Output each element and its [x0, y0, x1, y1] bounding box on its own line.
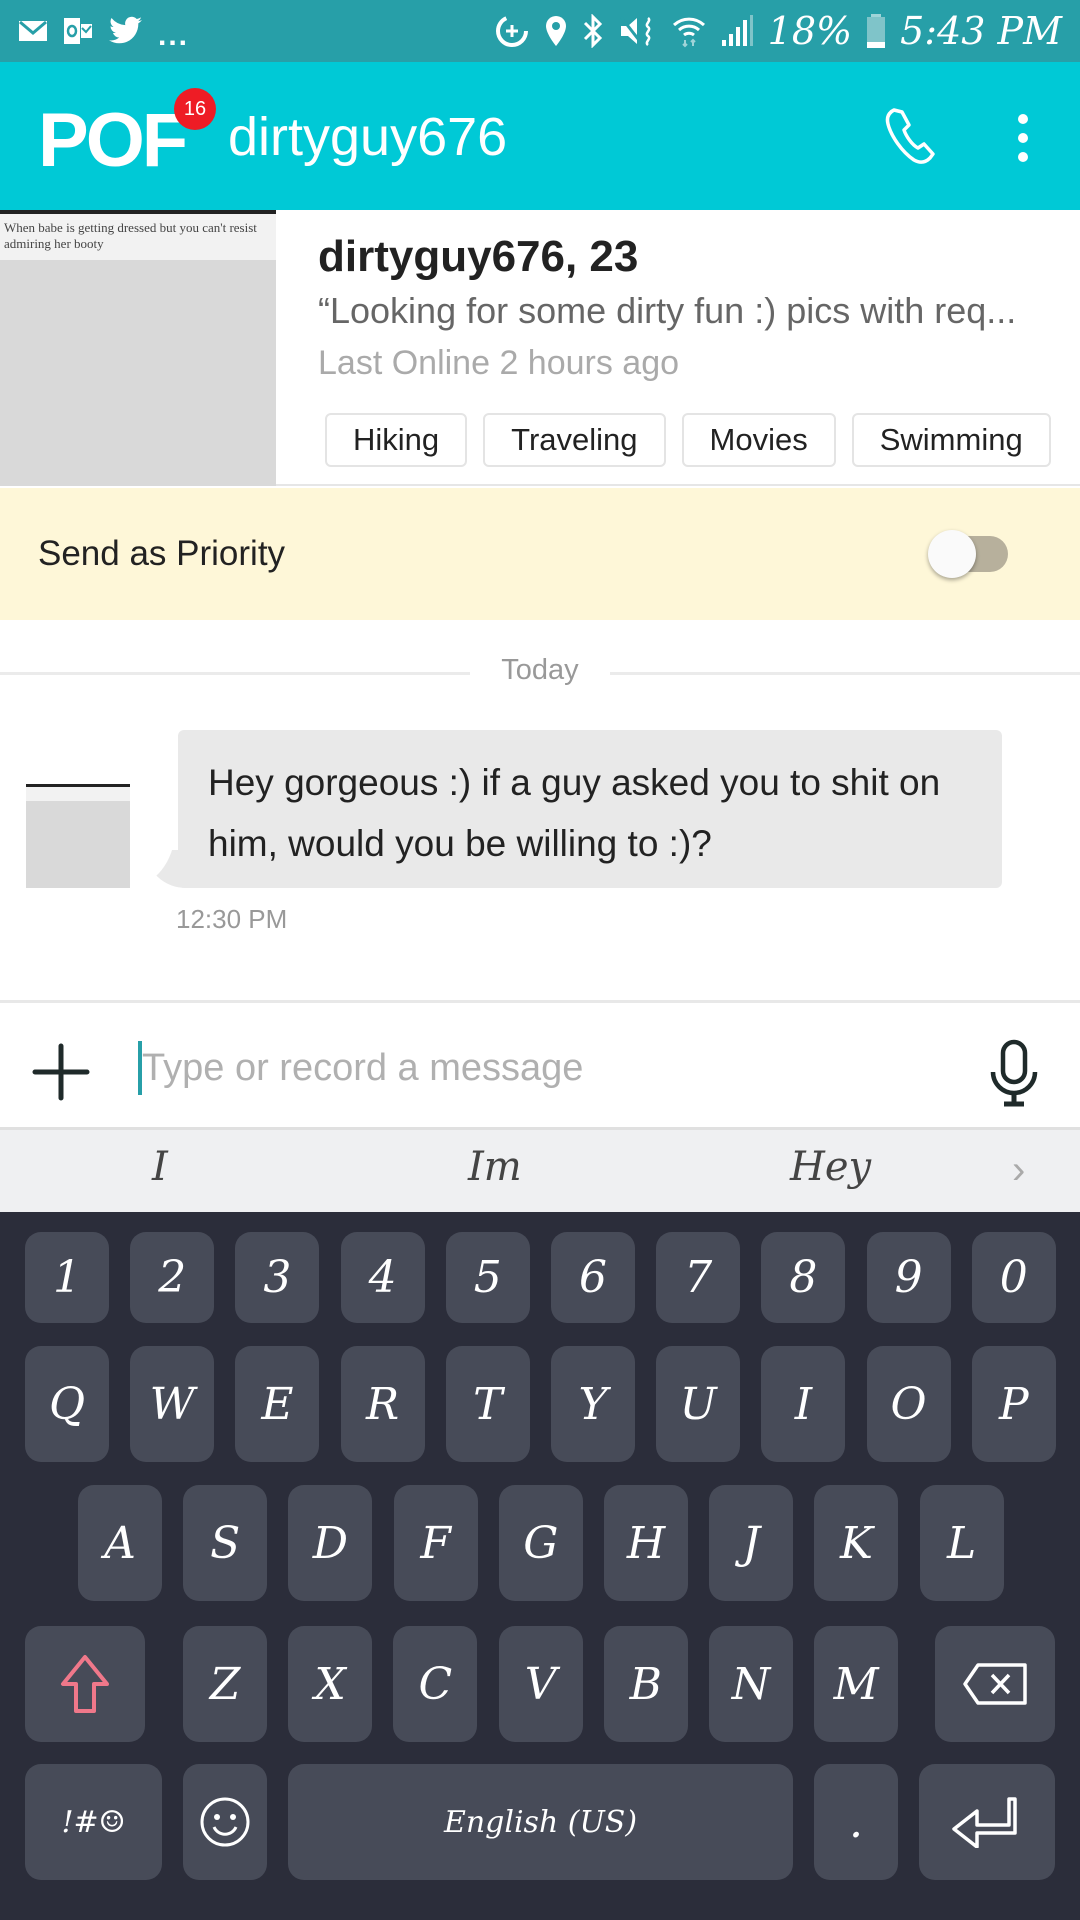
key-m[interactable]: M	[814, 1626, 899, 1742]
send-as-priority-row: Send as Priority	[0, 488, 1080, 620]
enter-icon	[952, 1797, 1017, 1848]
mute-vibrate-icon	[619, 16, 651, 46]
toggle-thumb	[928, 530, 976, 578]
keyboard: !#☺ English (US) . 1234567890 QWERTYUIOP A…	[0, 1212, 1080, 1920]
sender-avatar[interactable]	[26, 784, 130, 888]
interest-tag[interactable]: Swimming	[851, 413, 1051, 467]
symbols-key[interactable]: !#☺	[25, 1764, 162, 1880]
key-p[interactable]: P	[971, 1346, 1056, 1462]
key-z[interactable]: Z	[183, 1626, 267, 1742]
key-o[interactable]: O	[866, 1346, 951, 1462]
suggestion-item[interactable]: Im	[468, 1144, 522, 1190]
last-online: Last Online 2 hours ago	[318, 344, 680, 382]
more-notifications: ...	[158, 19, 190, 52]
key-2[interactable]: 2	[130, 1232, 215, 1323]
send-as-priority-toggle[interactable]	[928, 530, 1012, 578]
add-attachment-icon[interactable]	[32, 1043, 90, 1101]
twitter-icon	[109, 16, 142, 44]
key-1[interactable]: 1	[25, 1232, 109, 1323]
key-q[interactable]: Q	[25, 1346, 109, 1462]
emoji-key[interactable]	[183, 1764, 267, 1880]
period-key[interactable]: .	[814, 1764, 898, 1880]
key-5[interactable]: 5	[445, 1232, 530, 1323]
profile-summary[interactable]: When babe is getting dressed but you can…	[0, 210, 1080, 486]
battery-icon	[867, 14, 886, 48]
key-9[interactable]: 9	[866, 1232, 951, 1323]
key-n[interactable]: N	[709, 1626, 793, 1742]
key-h[interactable]: H	[604, 1485, 688, 1601]
outlook-icon	[64, 18, 92, 44]
suggestion-item[interactable]: I	[152, 1144, 168, 1190]
key-d[interactable]: D	[288, 1485, 373, 1601]
battery-percent: 18%	[767, 9, 853, 53]
profile-photo-caption: When babe is getting dressed but you can…	[4, 220, 257, 251]
key-t[interactable]: T	[445, 1346, 530, 1462]
profile-photo-image	[0, 260, 276, 486]
key-j[interactable]: J	[709, 1485, 794, 1601]
key-v[interactable]: V	[498, 1626, 583, 1742]
date-divider-label: Today	[501, 654, 579, 686]
key-8[interactable]: 8	[761, 1232, 846, 1323]
key-6[interactable]: 6	[551, 1232, 635, 1323]
interest-tags: Hiking Traveling Movies Swimming	[325, 413, 1051, 467]
shift-arrow-icon	[61, 1655, 109, 1713]
status-bar: ... 18% 5:43 PM	[0, 0, 1080, 62]
phone-call-icon[interactable]	[878, 106, 940, 168]
backspace-key[interactable]	[935, 1626, 1055, 1742]
key-s[interactable]: S	[183, 1485, 268, 1601]
interest-tag[interactable]: Hiking	[325, 413, 468, 467]
key-l[interactable]: L	[919, 1485, 1004, 1601]
profile-photo[interactable]: When babe is getting dressed but you can…	[0, 210, 276, 486]
message-composer	[0, 1000, 1080, 1130]
key-7[interactable]: 7	[656, 1232, 741, 1323]
key-3[interactable]: 3	[235, 1232, 320, 1323]
key-u[interactable]: U	[656, 1346, 741, 1462]
interest-tag[interactable]: Traveling	[483, 413, 666, 467]
message-timestamp: 12:30 PM	[176, 904, 288, 934]
send-as-priority-label: Send as Priority	[38, 534, 286, 573]
microphone-icon[interactable]	[986, 1039, 1042, 1109]
bluetooth-icon	[583, 14, 602, 48]
location-icon	[545, 16, 566, 46]
backspace-icon	[963, 1663, 1027, 1705]
key-w[interactable]: W	[130, 1346, 215, 1462]
space-key[interactable]: English (US)	[288, 1764, 793, 1880]
key-0[interactable]: 0	[971, 1232, 1056, 1323]
key-g[interactable]: G	[498, 1485, 583, 1601]
enter-key[interactable]	[919, 1764, 1055, 1880]
signal-icon	[721, 15, 753, 46]
key-f[interactable]: F	[393, 1485, 478, 1601]
key-b[interactable]: B	[603, 1626, 688, 1742]
app-bar: POF 16 dirtyguy676	[0, 62, 1080, 210]
conversation-title: dirtyguy676	[228, 107, 508, 167]
key-a[interactable]: A	[78, 1485, 162, 1601]
interest-tag[interactable]: Movies	[681, 413, 836, 467]
wifi-icon	[672, 17, 705, 48]
keyboard-suggestion-bar: I Im Hey ›	[0, 1130, 1080, 1212]
key-r[interactable]: R	[340, 1346, 425, 1462]
suggestion-item[interactable]: Hey	[790, 1144, 871, 1190]
key-e[interactable]: E	[235, 1346, 320, 1462]
message-bubble[interactable]: Hey gorgeous :) if a guy asked you to sh…	[178, 730, 1002, 888]
pof-logo[interactable]: POF	[38, 97, 188, 184]
notification-badge: 16	[174, 88, 216, 130]
key-c[interactable]: C	[393, 1626, 478, 1742]
key-k[interactable]: K	[814, 1485, 899, 1601]
message-input[interactable]	[142, 1033, 942, 1103]
mail-icon	[19, 20, 47, 41]
avatar-image	[26, 801, 130, 888]
clock: 5:43 PM	[900, 9, 1062, 53]
chevron-right-icon[interactable]: ›	[1012, 1148, 1025, 1193]
key-i[interactable]: I	[761, 1346, 846, 1462]
more-options-icon[interactable]	[1005, 112, 1041, 164]
key-x[interactable]: X	[288, 1626, 373, 1742]
profile-headline: “Looking for some dirty fun :) pics with…	[318, 290, 1017, 331]
smiley-icon	[200, 1797, 250, 1847]
shift-key[interactable]	[25, 1626, 145, 1742]
profile-name-age: dirtyguy676, 23	[318, 232, 639, 281]
data-saver-icon	[495, 15, 528, 47]
key-4[interactable]: 4	[340, 1232, 425, 1323]
key-y[interactable]: Y	[551, 1346, 635, 1462]
